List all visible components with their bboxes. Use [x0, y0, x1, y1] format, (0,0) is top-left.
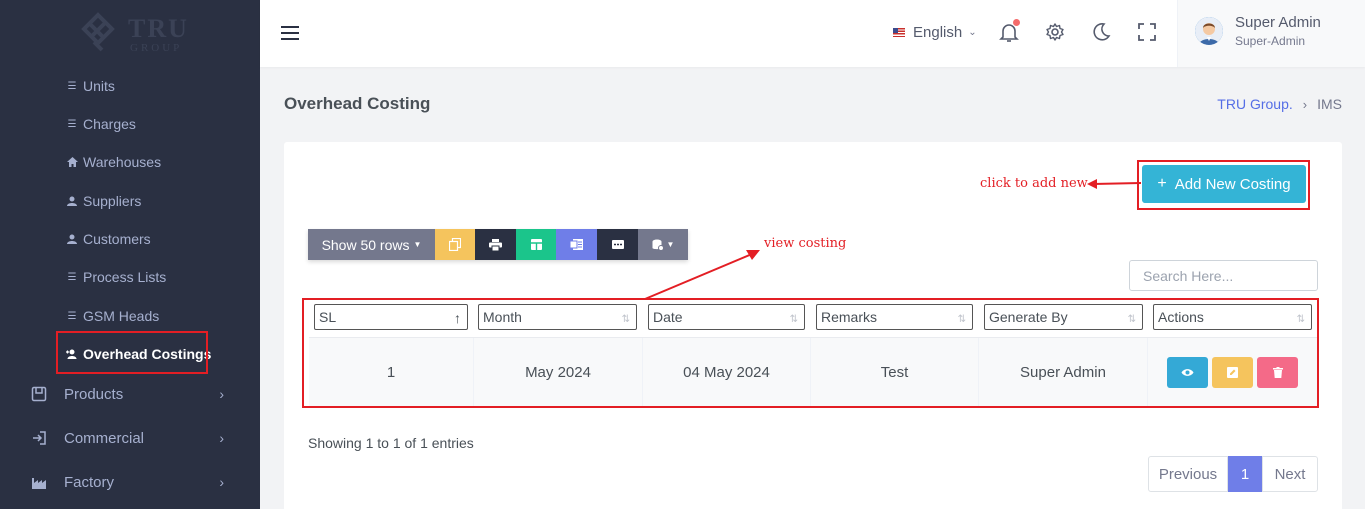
pagination-next[interactable]: Next — [1262, 456, 1318, 492]
list-icon: ☰ — [67, 80, 77, 92]
notification-badge — [1013, 19, 1020, 26]
word-button[interactable] — [556, 229, 597, 260]
breadcrumb: TRU Group. › IMS — [1217, 96, 1342, 112]
logo-text: TRU — [128, 14, 189, 43]
sidebar-item-factory[interactable]: Factory › — [30, 470, 230, 494]
sidebar-item-label: Warehouses — [83, 154, 162, 170]
sidebar-item-label: Units — [83, 78, 115, 94]
table-info: Showing 1 to 1 of 1 entries — [308, 435, 474, 451]
sidebar-item-products[interactable]: Products › — [30, 382, 230, 406]
sidebar-item-label: Process Lists — [83, 269, 167, 285]
sidebar-item-label: Customers — [83, 231, 151, 247]
sidebar-item-warehouses[interactable]: Warehouses — [66, 152, 161, 172]
sidebar-item-charges[interactable]: ☰ Charges — [66, 114, 136, 134]
breadcrumb-link[interactable]: TRU Group. — [1217, 96, 1292, 112]
chevron-right-icon: › — [219, 386, 224, 402]
home-icon — [66, 157, 78, 167]
csv-button[interactable] — [597, 229, 638, 260]
excel-icon — [530, 239, 542, 250]
box-icon — [30, 385, 48, 403]
csv-icon — [611, 240, 624, 249]
sidebar-item-label: Charges — [83, 116, 136, 132]
top-header: English ⌄ Super Admin Super-Admin — [260, 0, 1365, 67]
dark-mode-moon-icon[interactable] — [1090, 21, 1112, 43]
list-icon: ☰ — [67, 118, 77, 130]
user-icon — [66, 234, 78, 244]
sidebar-item-label: Suppliers — [83, 193, 142, 209]
logo-subtext: GROUP — [130, 42, 183, 54]
chevron-right-icon: › — [219, 474, 224, 490]
login-icon — [30, 429, 48, 447]
excel-button[interactable] — [516, 229, 556, 260]
print-icon — [489, 238, 502, 251]
annotation-add-new: click to add new — [980, 176, 1088, 191]
sidebar-item-units[interactable]: ☰ Units — [66, 76, 115, 96]
word-icon — [570, 239, 583, 250]
notifications-bell-icon[interactable] — [998, 19, 1020, 43]
menu-toggle-icon[interactable] — [281, 26, 299, 40]
highlight-box-sidebar — [56, 331, 208, 374]
brand-logo[interactable]: TRU GROUP — [80, 12, 190, 56]
chevron-right-icon: › — [219, 430, 224, 446]
annotation-arrow-view — [644, 250, 760, 300]
annotation-arrow-add — [1087, 179, 1142, 189]
user-name: Super Admin — [1235, 14, 1321, 31]
sidebar-item-suppliers[interactable]: Suppliers — [66, 191, 141, 211]
chevron-right-icon: › — [1302, 96, 1308, 112]
pagination-previous[interactable]: Previous — [1148, 456, 1228, 492]
sidebar-item-label: Factory — [64, 473, 115, 491]
search-input[interactable] — [1129, 260, 1318, 291]
sidebar-item-label: Commercial — [64, 429, 145, 447]
plus-icon: + — [1157, 175, 1167, 192]
settings-gear-icon[interactable] — [1044, 21, 1066, 43]
breadcrumb-current: IMS — [1317, 96, 1342, 112]
table-toolbar: Show 50 rows ▼ ▼ — [308, 229, 688, 260]
pagination-page-1[interactable]: 1 — [1228, 456, 1262, 492]
copy-button[interactable] — [435, 229, 475, 260]
language-selector[interactable]: English ⌄ — [893, 24, 977, 41]
sidebar-item-gsm-heads[interactable]: ☰ GSM Heads — [66, 306, 160, 326]
logo-icon — [81, 12, 115, 52]
chevron-down-icon: ⌄ — [968, 27, 977, 38]
fullscreen-icon[interactable] — [1136, 21, 1158, 43]
avatar — [1195, 17, 1223, 45]
sidebar-item-customers[interactable]: Customers — [66, 229, 151, 249]
sidebar-item-process-lists[interactable]: ☰ Process Lists — [66, 267, 167, 287]
sidebar-item-label: GSM Heads — [83, 308, 160, 324]
user-role: Super-Admin — [1235, 34, 1306, 48]
highlight-box-table — [302, 298, 1319, 408]
language-label: English — [913, 24, 963, 41]
show-rows-label: Show 50 rows — [321, 236, 410, 253]
page-title: Overhead Costing — [284, 94, 431, 113]
user-menu[interactable]: Super Admin Super-Admin — [1177, 0, 1365, 67]
list-icon: ☰ — [67, 271, 77, 283]
sidebar-item-commercial[interactable]: Commercial › — [30, 426, 230, 450]
sidebar: TRU GROUP ☰ Units ☰ Charges Warehouses S… — [0, 0, 260, 509]
us-flag-icon — [893, 28, 905, 37]
pagination: Previous 1 Next — [1148, 456, 1318, 492]
show-rows-button[interactable]: Show 50 rows ▼ — [308, 229, 435, 260]
annotation-view-costing: view costing — [764, 236, 847, 251]
add-new-costing-button[interactable]: + Add New Costing — [1142, 165, 1306, 203]
factory-icon — [30, 473, 48, 491]
caret-down-icon: ▼ — [413, 240, 422, 249]
add-button-label: Add New Costing — [1174, 175, 1291, 193]
user-icon — [66, 196, 78, 206]
print-button[interactable] — [475, 229, 516, 260]
copy-icon — [449, 238, 461, 251]
list-icon: ☰ — [67, 310, 77, 322]
sidebar-item-label: Products — [64, 385, 124, 403]
